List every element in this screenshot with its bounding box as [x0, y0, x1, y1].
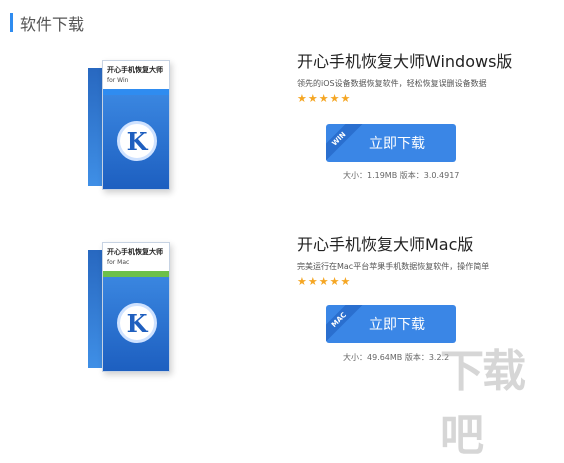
- download-mac-button[interactable]: MAC 立即下载: [326, 305, 456, 343]
- download-button-label: 立即下载: [369, 317, 425, 333]
- section-title: 软件下载: [20, 15, 85, 34]
- section-accent-bar: [10, 13, 13, 32]
- product-title: 开心手机恢复大师Windows版: [297, 52, 513, 71]
- box-platform: for Mac: [107, 259, 130, 266]
- app-logo-icon: K: [117, 303, 157, 343]
- site-watermark: 下载吧: [440, 346, 526, 461]
- rating-stars: ★★★★★: [297, 275, 352, 288]
- product-meta: 大小：49.64MB 版本：3.2.2: [343, 353, 450, 362]
- box-spine: [88, 250, 102, 368]
- box-platform: for Win: [107, 77, 129, 84]
- box-front: 开心手机恢复大师 for Win K: [102, 60, 170, 190]
- product-box-image: 开心手机恢复大师 for Win K: [88, 54, 170, 190]
- section-header: 软件下载: [0, 0, 564, 46]
- app-logo-icon: K: [117, 121, 157, 161]
- product-info: 开心手机恢复大师Windows版 领先的iOS设备数据恢复软件，轻松恢复误删设备…: [297, 48, 512, 105]
- rating-stars: ★★★★★: [297, 92, 352, 105]
- product-description: 领先的iOS设备数据恢复软件，轻松恢复误删设备数据: [297, 79, 487, 88]
- box-name: 开心手机恢复大师: [107, 66, 163, 74]
- product-box-image: 开心手机恢复大师 for Mac K: [88, 236, 170, 372]
- box-spine: [88, 68, 102, 186]
- download-button-label: 立即下载: [369, 136, 425, 152]
- product-description: 完美运行在Mac平台苹果手机数据恢复软件，操作简单: [297, 262, 490, 271]
- box-front: 开心手机恢复大师 for Mac K: [102, 242, 170, 372]
- download-windows-button[interactable]: WIN 立即下载: [326, 124, 456, 162]
- box-name: 开心手机恢复大师: [107, 248, 163, 256]
- product-title: 开心手机恢复大师Mac版: [297, 235, 474, 254]
- product-info: 开心手机恢复大师Mac版 完美运行在Mac平台苹果手机数据恢复软件，操作简单 ★…: [297, 231, 489, 288]
- product-meta: 大小：1.19MB 版本：3.0.4917: [343, 171, 460, 180]
